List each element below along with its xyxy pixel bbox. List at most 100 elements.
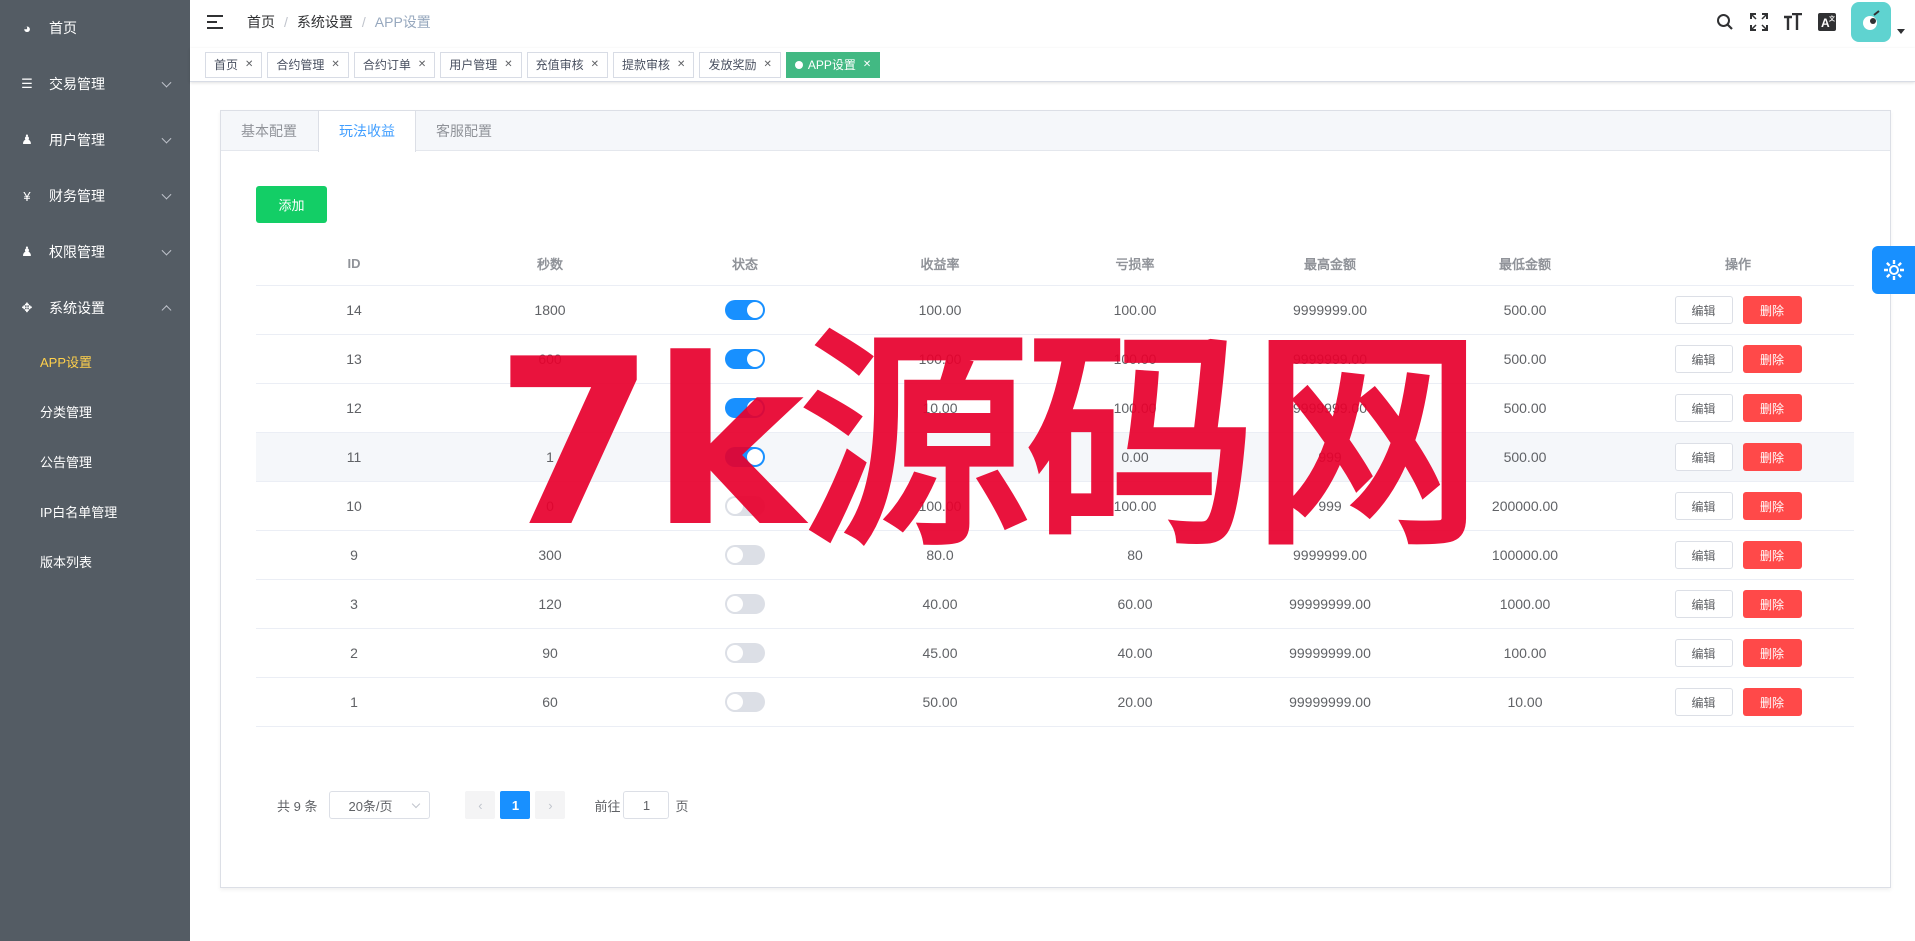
close-icon[interactable]: ✕: [418, 59, 426, 70]
cell-return-rate: 50.00: [922, 694, 958, 710]
fullscreen-icon[interactable]: [1749, 12, 1769, 32]
sidebar-item-1[interactable]: ☰ 交易管理: [0, 56, 190, 112]
cell-return-rate: 100.00: [918, 351, 962, 367]
cell-max-amount: 999: [1318, 498, 1342, 514]
submenu-item-4[interactable]: 版本列表: [0, 536, 190, 586]
hamburger-icon[interactable]: [207, 15, 223, 29]
cell-max-amount: 99999999.00: [1289, 596, 1371, 612]
page-size-select[interactable]: 20条/页: [329, 791, 431, 819]
cell-min-amount: 100.00: [1503, 645, 1547, 661]
tab-2[interactable]: 客服配置: [416, 111, 513, 151]
cell-min-amount: 1000.00: [1499, 596, 1551, 612]
delete-button[interactable]: 删除: [1742, 296, 1802, 324]
list-icon: ☰: [21, 76, 33, 91]
delete-button[interactable]: 删除: [1742, 639, 1802, 667]
sidebar-item-2[interactable]: ♟ 用户管理: [0, 112, 190, 168]
submenu-item-2[interactable]: 公告管理: [0, 436, 190, 486]
tag-5[interactable]: 提款审核 ✕: [613, 51, 695, 78]
cell-id: 2: [350, 645, 358, 661]
status-switch[interactable]: [725, 300, 765, 320]
status-switch[interactable]: [725, 594, 765, 614]
edit-button[interactable]: 编辑: [1674, 590, 1733, 618]
settings-gear-button[interactable]: [1872, 246, 1915, 294]
sidebar-item-label: 交易管理: [49, 76, 105, 92]
edit-button[interactable]: 编辑: [1674, 492, 1733, 520]
edit-button[interactable]: 编辑: [1674, 639, 1733, 667]
sidebar-item-label: 权限管理: [49, 244, 105, 260]
tag-6[interactable]: 发放奖励 ✕: [699, 51, 781, 78]
page-number-1[interactable]: 1: [500, 791, 531, 819]
cell-loss-rate: 80: [1127, 547, 1143, 563]
tag-7[interactable]: APP设置 ✕: [785, 51, 881, 78]
tab-0[interactable]: 基本配置: [221, 111, 318, 151]
status-switch[interactable]: [725, 643, 765, 663]
delete-button[interactable]: 删除: [1742, 590, 1802, 618]
submenu-item-1[interactable]: 分类管理: [0, 386, 190, 436]
status-switch[interactable]: [725, 496, 765, 516]
cell-seconds: 600: [538, 351, 562, 367]
status-switch[interactable]: [725, 692, 765, 712]
edit-button[interactable]: 编辑: [1674, 345, 1733, 373]
delete-button[interactable]: 删除: [1742, 541, 1802, 569]
delete-button[interactable]: 删除: [1742, 394, 1802, 422]
status-switch[interactable]: [725, 349, 765, 369]
edit-button[interactable]: 编辑: [1674, 394, 1733, 422]
close-icon[interactable]: ✕: [591, 59, 599, 70]
close-icon[interactable]: ✕: [504, 59, 512, 70]
delete-button[interactable]: 删除: [1742, 345, 1802, 373]
cell-max-amount: 9999999.00: [1293, 302, 1367, 318]
add-button[interactable]: 添加: [256, 186, 327, 223]
cell-loss-rate: 100.00: [1113, 302, 1157, 318]
table-row: 3 120 40.00 60.00 99999999.00 1000.00 编辑 删除: [256, 580, 1854, 629]
delete-button[interactable]: 删除: [1742, 688, 1802, 716]
status-switch[interactable]: [725, 447, 765, 467]
edit-button[interactable]: 编辑: [1674, 541, 1733, 569]
search-icon[interactable]: [1715, 12, 1735, 32]
cell-id: 1: [350, 694, 358, 710]
submenu-item-3[interactable]: IP白名单管理: [0, 486, 190, 536]
breadcrumb-home[interactable]: 首页: [247, 12, 275, 32]
settings-card: 基本配置 玩法收益 客服配置 添加 ID 秒数 状态 收益率 亏损率 最高金额 最低金额 操作 1…: [220, 110, 1891, 888]
language-icon[interactable]: A文: [1817, 12, 1837, 32]
close-icon[interactable]: ✕: [763, 59, 771, 70]
close-icon[interactable]: ✕: [677, 59, 685, 70]
cell-return-rate: 10.00: [922, 400, 958, 416]
tag-2[interactable]: 合约订单 ✕: [353, 51, 436, 78]
delete-button[interactable]: 删除: [1742, 443, 1802, 471]
column-header: 状态: [731, 256, 758, 272]
close-icon[interactable]: ✕: [331, 59, 339, 70]
svg-text:文: 文: [1828, 15, 1836, 23]
edit-button[interactable]: 编辑: [1674, 443, 1733, 471]
sidebar-item-0[interactable]: ◕ 首页: [0, 0, 190, 56]
table-row: 14 1800 100.00 100.00 9999999.00 500.00 编辑 删除: [256, 286, 1854, 335]
close-icon[interactable]: ✕: [245, 59, 253, 70]
goto-page-input[interactable]: [623, 791, 670, 819]
caret-down-icon[interactable]: [1897, 28, 1905, 34]
tag-4[interactable]: 充值审核 ✕: [526, 51, 609, 78]
tag-1[interactable]: 合约管理 ✕: [267, 51, 349, 78]
cell-seconds: 60: [542, 694, 558, 710]
column-header: 最高金额: [1303, 256, 1356, 272]
sidebar: ◕ 首页 ☰ 交易管理 ♟ 用户管理 ¥ 财务管理 ♟ 权限管理 ✥ 系统设置 APP设置 分类管理 公告管…: [0, 0, 190, 941]
sidebar-item-4[interactable]: ♟ 权限管理: [0, 224, 190, 280]
delete-button[interactable]: 删除: [1742, 492, 1802, 520]
prev-page-button[interactable]: ‹: [465, 791, 496, 819]
avatar[interactable]: [1851, 2, 1891, 42]
submenu-item-0[interactable]: APP设置: [0, 336, 190, 386]
cell-loss-rate: 40.00: [1117, 645, 1153, 661]
tag-3[interactable]: 用户管理 ✕: [440, 51, 522, 78]
tag-0[interactable]: 首页 ✕: [205, 51, 263, 78]
chevron-down-icon: [161, 77, 172, 88]
chevron-down-icon: [161, 133, 172, 144]
close-icon[interactable]: ✕: [863, 59, 871, 70]
breadcrumb-system[interactable]: 系统设置: [297, 12, 353, 32]
status-switch[interactable]: [725, 398, 765, 418]
next-page-button[interactable]: ›: [535, 791, 566, 819]
tab-1[interactable]: 玩法收益: [318, 111, 416, 152]
edit-button[interactable]: 编辑: [1674, 688, 1733, 716]
sidebar-item-5[interactable]: ✥ 系统设置: [0, 280, 190, 336]
edit-button[interactable]: 编辑: [1674, 296, 1733, 324]
sidebar-item-3[interactable]: ¥ 财务管理: [0, 168, 190, 224]
status-switch[interactable]: [725, 545, 765, 565]
font-size-icon[interactable]: [1783, 12, 1803, 32]
